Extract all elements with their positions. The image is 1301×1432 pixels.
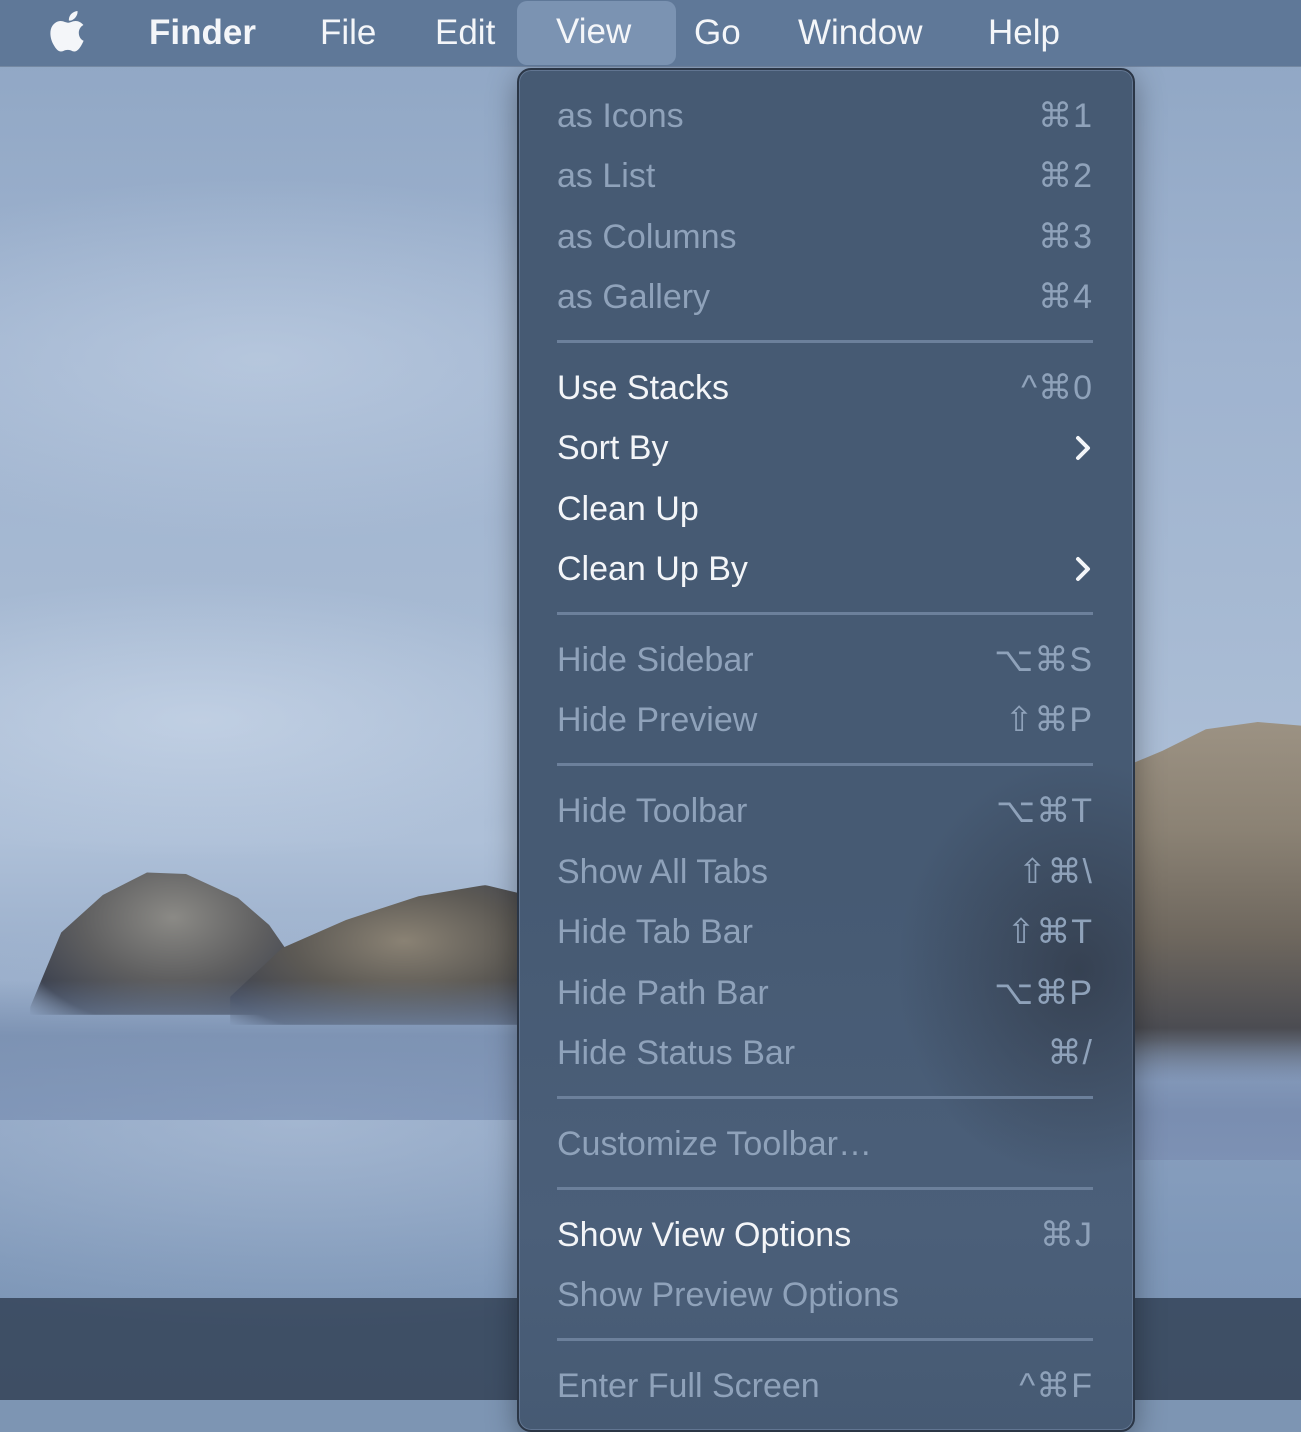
menu-item-shortcut: ⇧⌘P: [1004, 701, 1093, 739]
menu-item-shortcut: ^⌘0: [1021, 369, 1093, 407]
menu-item-hide-tab-bar[interactable]: Hide Tab Bar ⇧⌘T: [519, 902, 1133, 962]
menu-item-shortcut: ^⌘F: [1019, 1367, 1093, 1405]
menu-item-label: Enter Full Screen: [557, 1367, 820, 1405]
menu-separator: [557, 1338, 1093, 1341]
menu-separator: [557, 340, 1093, 343]
menu-item-hide-toolbar[interactable]: Hide Toolbar ⌥⌘T: [519, 781, 1133, 841]
menu-item-label: Clean Up: [557, 490, 699, 528]
menu-item-label: Sort By: [557, 429, 669, 467]
menu-separator: [557, 1187, 1093, 1190]
menu-item-label: Use Stacks: [557, 369, 729, 407]
menu-item-shortcut: ⌥⌘S: [994, 641, 1093, 679]
menu-item-label: as List: [557, 157, 656, 195]
menu-item-as-list[interactable]: as List ⌘2: [519, 146, 1133, 206]
menu-item-show-preview-options[interactable]: Show Preview Options: [519, 1265, 1133, 1325]
menu-item-sort-by[interactable]: Sort By: [519, 418, 1133, 478]
menu-item-hide-path-bar[interactable]: Hide Path Bar ⌥⌘P: [519, 963, 1133, 1023]
menubar-help[interactable]: Help: [970, 0, 1078, 66]
view-menu-dropdown: as Icons ⌘1 as List ⌘2 as Columns ⌘3 as …: [517, 68, 1135, 1432]
menu-item-hide-sidebar[interactable]: Hide Sidebar ⌥⌘S: [519, 630, 1133, 690]
menubar-view[interactable]: View: [517, 1, 676, 65]
menu-item-shortcut: ⇧⌘\: [1018, 853, 1093, 891]
menu-item-shortcut: ⌘4: [1038, 278, 1093, 316]
menu-item-label: Show All Tabs: [557, 853, 769, 891]
menu-item-as-gallery[interactable]: as Gallery ⌘4: [519, 267, 1133, 327]
menubar-finder[interactable]: Finder: [131, 0, 274, 66]
menu-item-label: Show View Options: [557, 1216, 852, 1254]
menubar-file[interactable]: File: [302, 0, 394, 66]
menu-item-clean-up[interactable]: Clean Up: [519, 479, 1133, 539]
menu-item-hide-status-bar[interactable]: Hide Status Bar ⌘/: [519, 1023, 1133, 1083]
menu-item-shortcut: ⌘2: [1038, 157, 1093, 195]
menu-item-customize-toolbar[interactable]: Customize Toolbar…: [519, 1114, 1133, 1174]
menu-item-label: Hide Preview: [557, 701, 758, 739]
menu-item-label: as Gallery: [557, 278, 711, 316]
menu-item-label: Clean Up By: [557, 550, 748, 588]
menu-item-label: Show Preview Options: [557, 1276, 900, 1314]
menu-item-use-stacks[interactable]: Use Stacks ^⌘0: [519, 358, 1133, 418]
chevron-right-icon: [1073, 435, 1093, 461]
menu-item-shortcut: ⌥⌘T: [996, 792, 1093, 830]
menu-item-label: Hide Toolbar: [557, 792, 748, 830]
menu-item-shortcut: ⇧⌘T: [1006, 913, 1093, 951]
menubar-window[interactable]: Window: [780, 0, 940, 66]
fog-left: [0, 980, 540, 1120]
rock-formation-right: [1128, 722, 1301, 1082]
menu-item-clean-up-by[interactable]: Clean Up By: [519, 539, 1133, 599]
menubar-go[interactable]: Go: [676, 0, 759, 66]
menu-item-as-columns[interactable]: as Columns ⌘3: [519, 207, 1133, 267]
menu-item-shortcut: ⌘/: [1047, 1034, 1093, 1072]
menu-item-label: Customize Toolbar…: [557, 1125, 872, 1163]
menu-item-enter-full-screen[interactable]: Enter Full Screen ^⌘F: [519, 1356, 1133, 1416]
menu-separator: [557, 1096, 1093, 1099]
menu-bar: Finder File Edit View Go Window Help: [0, 0, 1301, 66]
chevron-right-icon: [1073, 556, 1093, 582]
menu-separator: [557, 763, 1093, 766]
menu-item-label: Hide Sidebar: [557, 641, 754, 679]
apple-menu-icon[interactable]: [50, 9, 90, 55]
menu-item-label: Hide Status Bar: [557, 1034, 796, 1072]
fog-right: [1128, 1040, 1301, 1160]
menu-item-shortcut: ⌥⌘P: [994, 974, 1093, 1012]
menu-item-hide-preview[interactable]: Hide Preview ⇧⌘P: [519, 690, 1133, 750]
menu-item-shortcut: ⌘J: [1040, 1216, 1093, 1254]
menu-item-shortcut: ⌘1: [1038, 97, 1093, 135]
menu-item-label: Hide Tab Bar: [557, 913, 753, 951]
menu-item-show-all-tabs[interactable]: Show All Tabs ⇧⌘\: [519, 842, 1133, 902]
menubar-edit[interactable]: Edit: [417, 0, 513, 66]
menu-separator: [557, 612, 1093, 615]
menu-item-label: as Columns: [557, 218, 737, 256]
menu-item-as-icons[interactable]: as Icons ⌘1: [519, 86, 1133, 146]
menu-item-shortcut: ⌘3: [1038, 218, 1093, 256]
menu-item-label: Hide Path Bar: [557, 974, 769, 1012]
menu-item-label: as Icons: [557, 97, 684, 135]
menu-item-show-view-options[interactable]: Show View Options ⌘J: [519, 1205, 1133, 1265]
